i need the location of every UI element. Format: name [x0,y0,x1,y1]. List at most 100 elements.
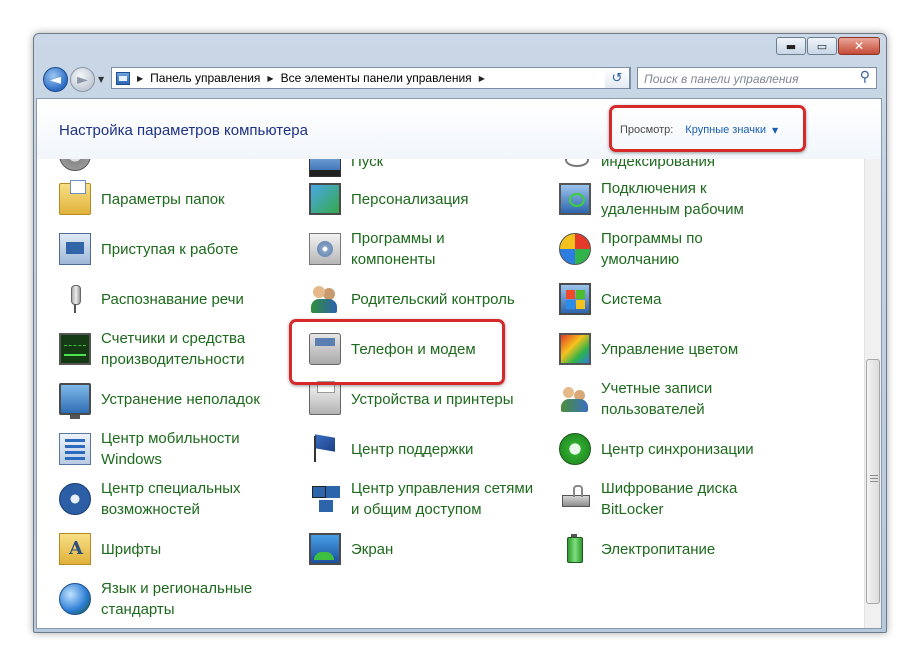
scrollbar-grip-icon [870,475,878,484]
list-item-programs-features[interactable]: Программы и компоненты [309,226,445,272]
breadcrumb-all-items[interactable]: Все элементы панели управления [281,71,472,85]
view-highlight-frame [609,105,806,152]
item-label: Экран [351,540,394,558]
forward-button[interactable]: ► [70,67,95,92]
breadcrumb-separator-icon[interactable]: ▶ [479,74,485,83]
list-item-troubleshooting[interactable]: Устранение неполадок [59,376,260,422]
item-label: индексирования [601,159,715,170]
personalization-icon [309,183,341,215]
maximize-icon: ▭ [816,39,828,53]
microphone-icon [59,283,91,315]
list-item-fonts[interactable]: Шрифты [59,526,161,572]
list-item-speech-recognition[interactable]: Распознавание речи [59,276,244,322]
minimize-button[interactable]: ▬ [776,37,806,55]
user-accounts-icon [559,383,591,415]
refresh-icon: ↺ [611,70,623,86]
close-icon: ✕ [853,39,865,53]
list-item-sync-center[interactable]: Центр синхронизации [559,426,754,472]
list-item-getting-started[interactable]: Приступая к работе [59,226,238,272]
display-icon [309,533,341,565]
color-management-icon [559,333,591,365]
list-item-region-language[interactable]: Язык и региональные стандарты [59,576,252,622]
list-item-parental-controls[interactable]: Родительский контроль [309,276,515,322]
item-label: Программы по умолчанию [601,230,703,268]
item-label: Пуск [351,159,384,170]
vertical-scrollbar[interactable] [864,159,881,628]
breadcrumb-control-panel[interactable]: Панель управления [150,71,260,85]
item-label: Электропитание [601,540,716,558]
breadcrumb-separator-icon[interactable]: ▶ [137,74,143,83]
indexing-icon [559,159,591,177]
minimize-icon: ▬ [785,39,797,53]
item-label: Устранение неполадок [101,390,260,408]
list-item-mobility-center[interactable]: Центр мобильности Windows [59,426,240,472]
content-pane: Настройка параметров компьютера Просмотр… [36,98,882,629]
item-label: Распознавание речи [101,290,244,308]
power-options-icon [559,533,591,565]
list-item-accessibility[interactable]: Центр специальных возможностей [59,476,241,522]
list-item-system[interactable]: Система [559,276,661,322]
item-label: Центр специальных возможностей [101,480,241,518]
item-label: Центр поддержки [351,440,474,458]
list-item-color-management[interactable]: Управление цветом [559,326,738,372]
search-input[interactable]: Поиск в панели управления ⚲ [637,67,877,89]
content-header: Настройка параметров компьютера Просмотр… [37,99,881,159]
item-label: Шифрование диска BitLocker [601,480,738,518]
item-label: Приступая к работе [101,240,239,258]
forward-arrow-icon: ► [77,71,88,88]
list-item-performance[interactable]: Счетчики и средства производительности [59,326,245,372]
maximize-button[interactable]: ▭ [807,37,837,55]
list-item-personalization[interactable]: Персонализация [309,176,469,222]
folder-options-icon [59,180,91,215]
control-panel-items: Параметры папок Приступая к работе Распо… [37,159,863,628]
list-item-bitlocker[interactable]: Шифрование диска BitLocker [559,476,737,522]
item-label: Устройства и принтеры [351,390,514,408]
list-item-display[interactable]: Экран [309,526,393,572]
address-bar[interactable]: ▶ Панель управления ▶ Все элементы панел… [111,67,631,89]
programs-icon [309,233,341,265]
item-label: Центр управления сетями и общим доступом [351,480,534,518]
item-label: Система [601,290,662,308]
breadcrumb-separator-icon[interactable]: ▶ [267,74,273,83]
item-label: Родительский контроль [351,290,515,308]
accessibility-icon [59,483,91,515]
list-item-remote-desktop[interactable]: Подключения к удаленным рабочим [559,176,744,222]
history-dropdown-icon[interactable]: ▼ [98,75,104,84]
troubleshooting-icon [59,383,91,419]
bitlocker-icon [559,483,591,515]
globe-icon [59,583,91,615]
title-bar[interactable]: ▬ ▭ ✕ [34,34,886,60]
window-buttons: ▬ ▭ ✕ [775,37,880,55]
item-label: Язык и региональные стандарты [101,580,253,618]
list-item-action-center[interactable]: Центр поддержки [309,426,473,472]
list-item-default-programs[interactable]: Программы по умолчанию [559,226,703,272]
remote-desktop-icon [559,183,591,215]
item-label: Центр мобильности Windows [101,430,240,468]
mobility-center-icon [59,433,91,465]
close-button[interactable]: ✕ [838,37,880,55]
programs-highlight-frame [289,319,505,385]
parental-controls-icon [309,283,341,315]
scrollbar-thumb[interactable] [866,359,880,604]
gear-icon [59,159,91,171]
item-label: Персонализация [351,190,469,208]
list-item-user-accounts[interactable]: Учетные записи пользователей [559,376,712,422]
system-icon [559,283,591,315]
search-placeholder: Поиск в панели управления [644,72,799,86]
list-item-network-center[interactable]: Центр управления сетями и общим доступом [309,476,533,522]
search-icon[interactable]: ⚲ [860,69,870,85]
item-label: Подключения к удаленным рабочим [601,180,744,218]
list-item-folder-options[interactable]: Параметры папок [59,176,225,222]
performance-icon [59,333,91,365]
back-button[interactable]: ◄ [43,67,68,92]
refresh-button[interactable]: ↺ [605,67,630,89]
getting-started-icon [59,233,91,265]
item-label: Программы и компоненты [351,230,445,268]
page-title: Настройка параметров компьютера [59,122,308,139]
sync-center-icon [559,433,591,465]
back-arrow-icon: ◄ [50,71,61,88]
list-item-power-options[interactable]: Электропитание [559,526,715,572]
item-label: Управление цветом [601,340,739,358]
navigation-bar: ◄ ► ▼ ▶ Панель управления ▶ Все элементы… [34,62,886,96]
network-icon [309,483,341,515]
